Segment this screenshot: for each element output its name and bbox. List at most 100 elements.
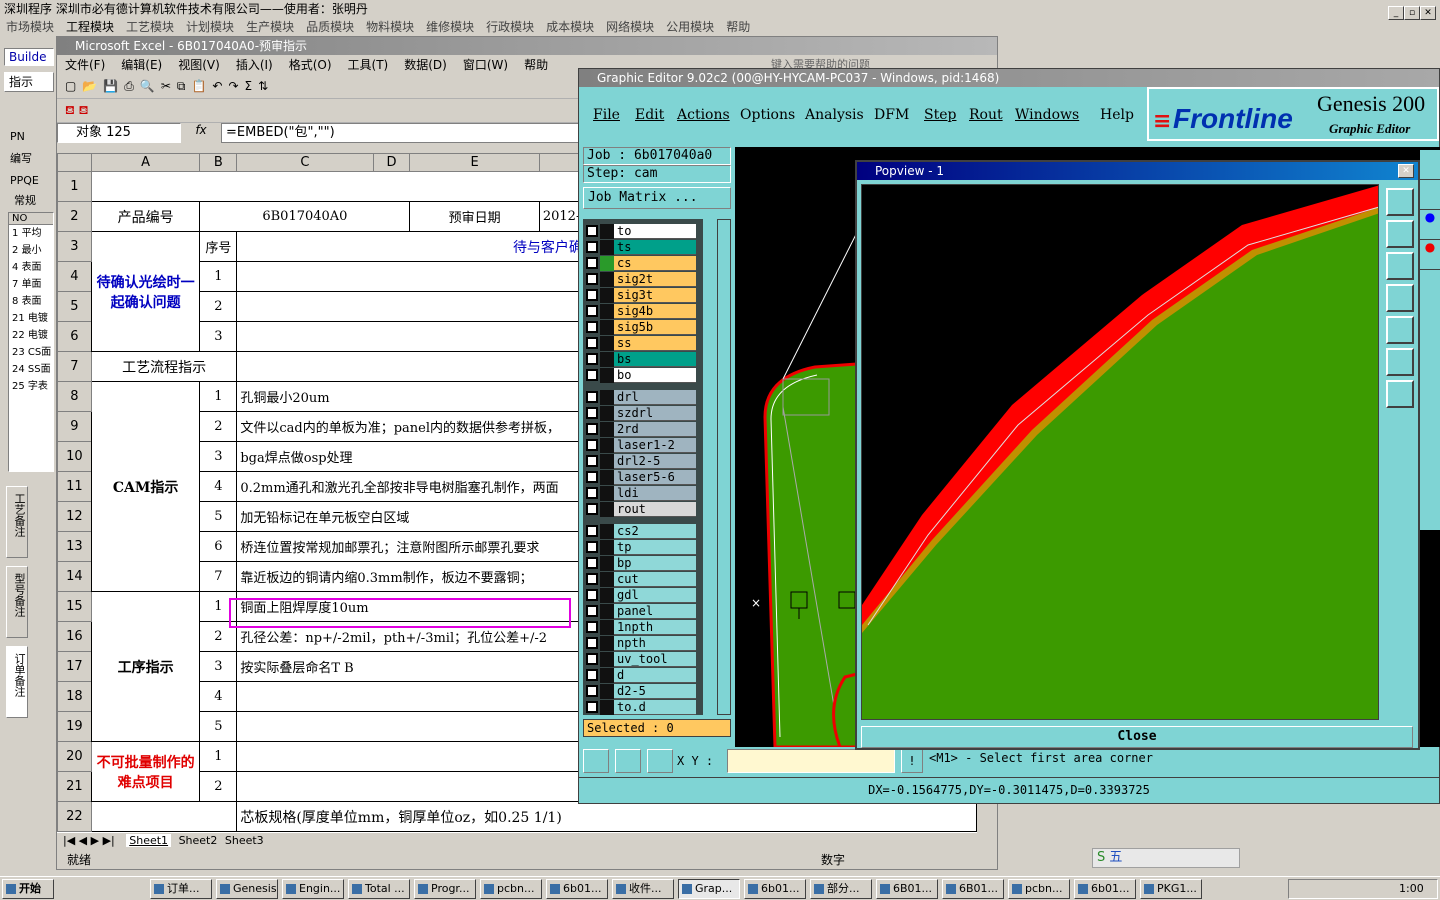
group-label-cell[interactable]: 不可批量制作的难点项目 bbox=[90, 741, 201, 802]
layer-checkbox[interactable] bbox=[586, 621, 598, 633]
ime-bar[interactable]: S 五 bbox=[1092, 848, 1240, 868]
list-item[interactable]: 1 平均 bbox=[9, 225, 53, 242]
column-header[interactable]: B bbox=[199, 153, 238, 172]
seq-cell[interactable]: 4 bbox=[199, 681, 238, 712]
sheet-nav-icon[interactable]: |◀ ◀ ▶ ▶| bbox=[57, 834, 115, 847]
layer-row[interactable]: 1npth bbox=[583, 619, 703, 635]
layer-affected-flag[interactable] bbox=[600, 699, 614, 715]
column-header[interactable]: D bbox=[372, 153, 411, 172]
layer-affected-flag[interactable] bbox=[600, 539, 614, 555]
layer-checkbox[interactable] bbox=[586, 289, 598, 301]
layer-checkbox[interactable] bbox=[586, 353, 598, 365]
taskbar-button[interactable]: PKG1... bbox=[1140, 879, 1202, 899]
layer-affected-flag[interactable] bbox=[600, 485, 614, 501]
taskbar-button[interactable]: 6b01... bbox=[1074, 879, 1136, 899]
popview-tool-icon[interactable] bbox=[1386, 284, 1414, 312]
row-header[interactable]: 17 bbox=[57, 651, 92, 682]
seq-cell[interactable]: 4 bbox=[199, 471, 238, 502]
layer-row[interactable]: d bbox=[583, 667, 703, 683]
layer-checkbox[interactable] bbox=[586, 589, 598, 601]
layer-checkbox[interactable] bbox=[586, 685, 598, 697]
layer-row[interactable]: cut bbox=[583, 571, 703, 587]
layer-list[interactable]: to ts cs sig2t sig3t sig4b sig5b ss bs bo drl szdr… bbox=[583, 219, 703, 715]
layer-row[interactable]: npth bbox=[583, 635, 703, 651]
excel-menu-data[interactable]: 数据(D) bbox=[404, 55, 447, 75]
open-icon[interactable]: 📂 bbox=[82, 79, 97, 94]
list-item[interactable]: 21 电镀 bbox=[9, 310, 53, 327]
app-menu-item[interactable]: 生产模块 bbox=[246, 18, 294, 36]
layer-affected-flag[interactable] bbox=[600, 571, 614, 587]
zoom-out-icon[interactable] bbox=[615, 749, 641, 773]
row-header[interactable]: 3 bbox=[57, 231, 92, 262]
ge-menu-windows[interactable]: Windows bbox=[1015, 107, 1079, 123]
layer-affected-flag[interactable] bbox=[600, 319, 614, 335]
layer-row[interactable]: drl bbox=[583, 389, 703, 405]
app-menu-item[interactable]: 行政模块 bbox=[486, 18, 534, 36]
layer-affected-flag[interactable] bbox=[600, 389, 614, 405]
layer-checkbox[interactable] bbox=[586, 701, 598, 713]
taskbar-button[interactable]: Genesis bbox=[216, 879, 278, 899]
row-header[interactable]: 10 bbox=[57, 441, 92, 472]
taskbar-button[interactable]: Engin... bbox=[282, 879, 344, 899]
taskbar-button[interactable]: 部分... bbox=[810, 879, 872, 899]
layer-affected-flag[interactable] bbox=[600, 367, 614, 383]
popview-tool-icon[interactable] bbox=[1386, 316, 1414, 344]
layer-affected-flag[interactable] bbox=[600, 501, 614, 517]
row-header[interactable]: 1 bbox=[57, 171, 92, 202]
layer-affected-flag[interactable] bbox=[600, 287, 614, 303]
taskbar-button[interactable]: pcbn... bbox=[480, 879, 542, 899]
app-menu-item[interactable]: 市场模块 bbox=[6, 18, 54, 36]
layer-row[interactable]: 2rd bbox=[583, 421, 703, 437]
job-matrix-button[interactable]: Job Matrix ... bbox=[583, 187, 731, 209]
app-menu-item[interactable]: 维修模块 bbox=[426, 18, 474, 36]
popview-close-button[interactable]: Close bbox=[861, 726, 1413, 748]
layer-row[interactable]: laser5-6 bbox=[583, 469, 703, 485]
layer-affected-flag[interactable] bbox=[600, 335, 614, 351]
row-header[interactable]: 19 bbox=[57, 711, 92, 742]
row-header[interactable]: 16 bbox=[57, 621, 92, 652]
layer-affected-flag[interactable] bbox=[600, 453, 614, 469]
taskbar-button[interactable]: 6b01... bbox=[744, 879, 806, 899]
list-item[interactable]: 22 电镀 bbox=[9, 327, 53, 344]
seq-cell[interactable]: 2 bbox=[199, 411, 238, 442]
builder-field[interactable]: Builde bbox=[4, 48, 54, 66]
date-label[interactable]: 预审日期 bbox=[409, 201, 540, 232]
row-header[interactable]: 8 bbox=[57, 381, 92, 412]
layer-checkbox[interactable] bbox=[586, 273, 598, 285]
excel-menu-format[interactable]: 格式(O) bbox=[289, 55, 332, 75]
popview-tool-icon[interactable] bbox=[1386, 188, 1414, 216]
layer-checkbox[interactable] bbox=[586, 557, 598, 569]
layer-row[interactable]: ldi bbox=[583, 485, 703, 501]
paste-icon[interactable]: 📋 bbox=[191, 79, 206, 94]
save-icon[interactable]: 💾 bbox=[103, 79, 118, 94]
row-header[interactable]: 7 bbox=[57, 351, 92, 382]
core-spec-cell[interactable]: 芯板规格(厚度单位mm，铜厚单位oz，如0.25 1/1) bbox=[236, 801, 977, 832]
seq-cell[interactable]: 5 bbox=[199, 501, 238, 532]
seq-cell[interactable]: 3 bbox=[199, 321, 238, 352]
row-header[interactable]: 4 bbox=[57, 261, 92, 292]
layer-checkbox[interactable] bbox=[586, 439, 598, 451]
redo-icon[interactable]: ↷ bbox=[228, 79, 238, 94]
select-all-corner[interactable] bbox=[57, 153, 92, 172]
column-header[interactable]: A bbox=[90, 153, 201, 172]
layer-row[interactable]: uv_tool bbox=[583, 651, 703, 667]
row-header[interactable]: 22 bbox=[57, 801, 92, 832]
layer-checkbox[interactable] bbox=[586, 503, 598, 515]
ge-menu-edit[interactable]: Edit bbox=[635, 107, 664, 123]
layer-checkbox[interactable] bbox=[586, 337, 598, 349]
sheet-tab-3[interactable]: Sheet3 bbox=[225, 834, 264, 847]
seq-cell[interactable]: 1 bbox=[199, 261, 238, 292]
layer-affected-flag[interactable] bbox=[600, 683, 614, 699]
layer-row[interactable]: cs bbox=[583, 255, 703, 271]
excel-menu-insert[interactable]: 插入(I) bbox=[236, 55, 273, 75]
app-menu-item[interactable]: 物料模块 bbox=[366, 18, 414, 36]
list-item[interactable]: 25 字表 bbox=[9, 378, 53, 395]
layer-checkbox[interactable] bbox=[586, 369, 598, 381]
row-header[interactable]: 6 bbox=[57, 321, 92, 352]
excel-menu-view[interactable]: 视图(V) bbox=[178, 55, 220, 75]
layer-row[interactable]: bs bbox=[583, 351, 703, 367]
ge-menu-step[interactable]: Step bbox=[924, 107, 956, 123]
layer-affected-flag[interactable] bbox=[600, 437, 614, 453]
undo-icon[interactable]: ↶ bbox=[212, 79, 222, 94]
name-box[interactable]: 对象 125 bbox=[57, 123, 181, 143]
